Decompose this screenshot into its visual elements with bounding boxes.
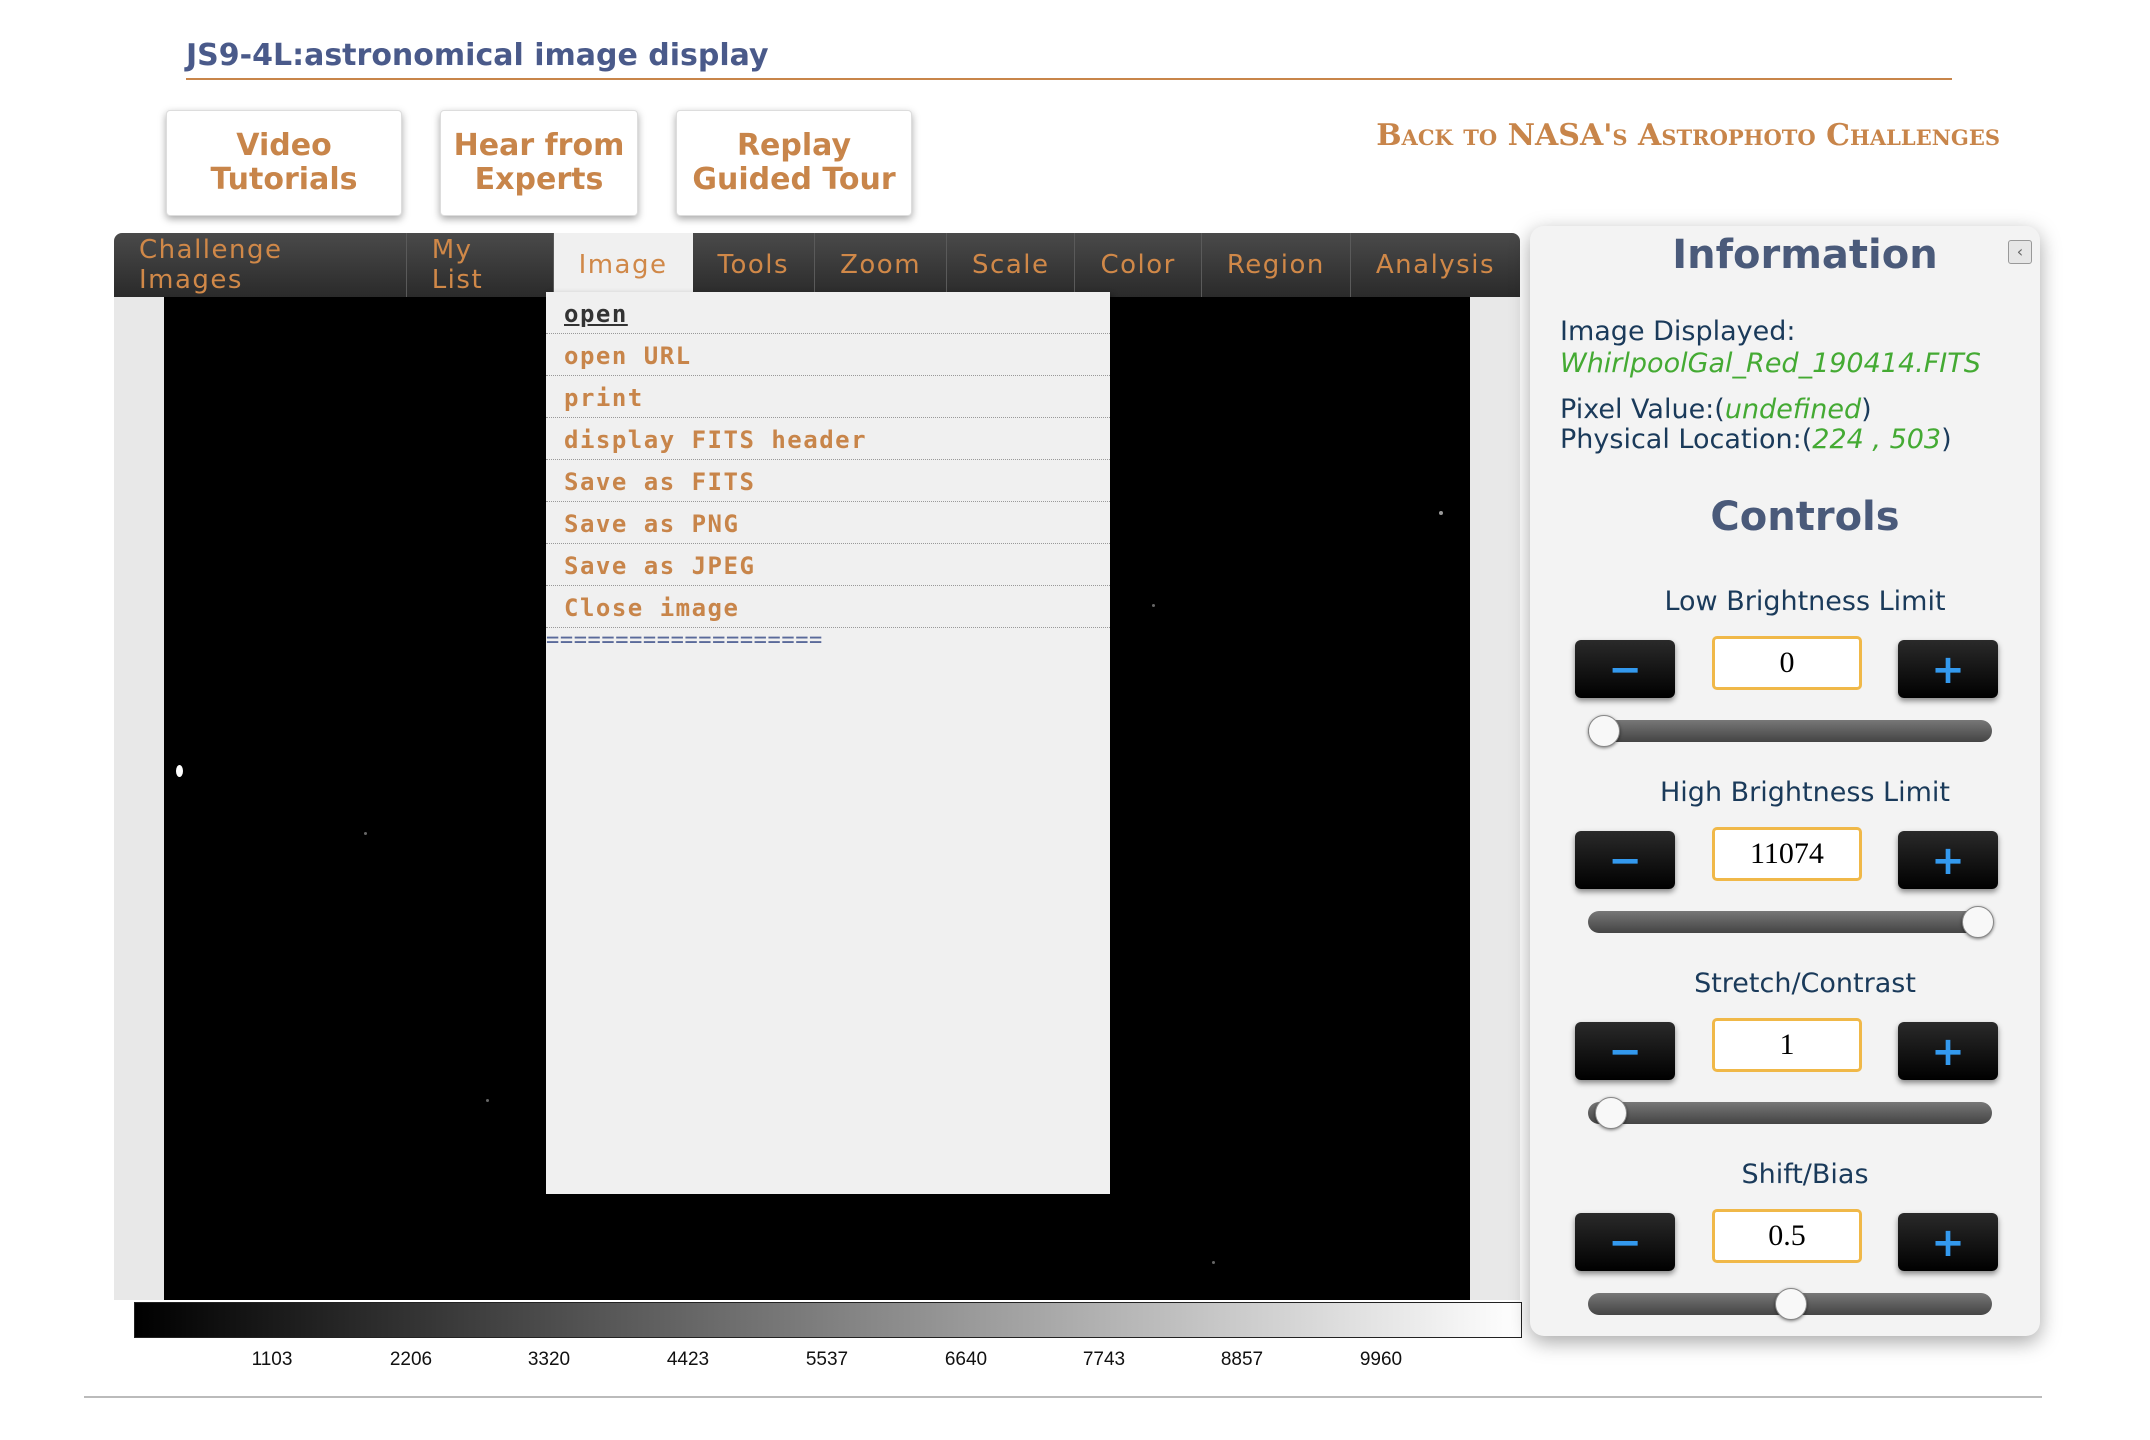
- menu-option-save-fits[interactable]: Save as FITS: [546, 460, 1110, 502]
- menu-region[interactable]: Region: [1202, 233, 1351, 297]
- star: [364, 832, 367, 835]
- stretch-contrast-minus-button[interactable]: −: [1575, 1022, 1675, 1080]
- replay-guided-tour-button[interactable]: Replay Guided Tour: [676, 110, 912, 216]
- colorbar-tick: 9960: [1359, 1349, 1403, 1370]
- colorbar-tick: 1103: [251, 1349, 293, 1370]
- low-brightness-slider[interactable]: [1588, 715, 1992, 747]
- physical-location-y: 503: [1889, 424, 1942, 455]
- colorbar: [134, 1302, 1522, 1338]
- menu-option-save-png[interactable]: Save as PNG: [546, 502, 1110, 544]
- star: [1152, 604, 1155, 607]
- colorbar-tick: 7743: [1082, 1349, 1126, 1370]
- low-brightness-minus-button[interactable]: −: [1575, 640, 1675, 698]
- controls-heading: Controls: [1710, 494, 1900, 540]
- high-brightness-input[interactable]: 11074: [1712, 827, 1862, 881]
- slider-thumb[interactable]: [1775, 1288, 1807, 1320]
- high-brightness-label: High Brightness Limit: [1660, 777, 1950, 808]
- video-tutorials-button[interactable]: Video Tutorials: [166, 110, 402, 216]
- image-menu-dropdown: open open URL print display FITS header …: [546, 292, 1110, 1194]
- app-title: JS9-4L:astronomical image display: [186, 36, 1952, 80]
- pixel-value: undefined: [1724, 394, 1862, 425]
- colorbar-tick: 5537: [805, 1349, 849, 1370]
- menu-option-close-image[interactable]: Close image: [546, 586, 1110, 628]
- pixel-value-label: Pixel Value:: [1560, 394, 1715, 425]
- high-brightness-slider[interactable]: [1588, 906, 1994, 938]
- low-brightness-input[interactable]: 0: [1712, 636, 1862, 690]
- colorbar-tick: 8857: [1220, 1349, 1264, 1370]
- replay-guided-tour-line2: Guided Tour: [692, 162, 896, 197]
- colorbar-tick: 3320: [527, 1349, 571, 1370]
- physical-location-x: 224: [1812, 424, 1864, 455]
- shift-bias-minus-button[interactable]: −: [1575, 1213, 1675, 1271]
- menu-option-print[interactable]: print: [546, 376, 1110, 418]
- high-brightness-minus-button[interactable]: −: [1575, 831, 1675, 889]
- high-brightness-plus-button[interactable]: +: [1898, 831, 1998, 889]
- video-tutorials-line1: Video: [236, 128, 332, 163]
- menubar: Challenge Images My List Image Tools Zoo…: [114, 233, 1520, 297]
- menu-analysis[interactable]: Analysis: [1351, 233, 1520, 297]
- hear-from-experts-button[interactable]: Hear from Experts: [440, 110, 638, 216]
- back-to-challenges-link[interactable]: Back to NASA's Astrophoto Challenges: [1376, 118, 2000, 153]
- menu-scale[interactable]: Scale: [947, 233, 1076, 297]
- slider-thumb[interactable]: [1588, 715, 1620, 747]
- pixel-value-readout: Pixel Value:(undefined): [1560, 394, 1872, 425]
- menu-option-save-jpeg[interactable]: Save as JPEG: [546, 544, 1110, 586]
- star: [176, 765, 183, 777]
- video-tutorials-line2: Tutorials: [210, 162, 358, 197]
- hear-from-experts-line1: Hear from: [453, 128, 625, 163]
- menu-option-open-url[interactable]: open URL: [546, 334, 1110, 376]
- image-displayed-value: WhirlpoolGal_Red_190414.FITS: [1560, 348, 1981, 379]
- information-heading: Information: [1672, 232, 1938, 278]
- menu-challenge-images[interactable]: Challenge Images: [114, 233, 407, 297]
- replay-guided-tour-line1: Replay: [736, 128, 852, 163]
- menu-my-list[interactable]: My List: [407, 233, 554, 297]
- colorbar-tick: 2206: [389, 1349, 433, 1370]
- shift-bias-label: Shift/Bias: [1741, 1159, 1869, 1190]
- menu-image[interactable]: Image: [553, 233, 693, 297]
- menu-option-display-fits-header[interactable]: display FITS header: [546, 418, 1110, 460]
- menu-tools[interactable]: Tools: [693, 233, 816, 297]
- shift-bias-slider[interactable]: [1588, 1288, 1992, 1320]
- colorbar-tick: 6640: [944, 1349, 988, 1370]
- physical-location-label: Physical Location:: [1560, 424, 1802, 455]
- low-brightness-plus-button[interactable]: +: [1898, 640, 1998, 698]
- star: [1212, 1261, 1215, 1264]
- image-displayed-label: Image Displayed:: [1560, 316, 1796, 347]
- bottom-divider: [84, 1396, 2042, 1398]
- stretch-contrast-input[interactable]: 1: [1712, 1018, 1862, 1072]
- hear-from-experts-line2: Experts: [474, 162, 604, 197]
- menu-color[interactable]: Color: [1075, 233, 1202, 297]
- star: [1439, 511, 1443, 515]
- physical-location-readout: Physical Location:(224 , 503): [1560, 424, 1952, 455]
- stretch-contrast-plus-button[interactable]: +: [1898, 1022, 1998, 1080]
- star: [486, 1099, 489, 1102]
- menu-zoom[interactable]: Zoom: [815, 233, 948, 297]
- shift-bias-plus-button[interactable]: +: [1898, 1213, 1998, 1271]
- menu-separator: ====================: [546, 628, 823, 653]
- stretch-contrast-slider[interactable]: [1588, 1097, 1992, 1129]
- menu-option-open[interactable]: open: [546, 292, 1110, 334]
- slider-thumb[interactable]: [1962, 906, 1994, 938]
- shift-bias-input[interactable]: 0.5: [1712, 1209, 1862, 1263]
- low-brightness-label: Low Brightness Limit: [1664, 586, 1946, 617]
- colorbar-tick: 4423: [666, 1349, 710, 1370]
- stretch-contrast-label: Stretch/Contrast: [1694, 968, 1916, 999]
